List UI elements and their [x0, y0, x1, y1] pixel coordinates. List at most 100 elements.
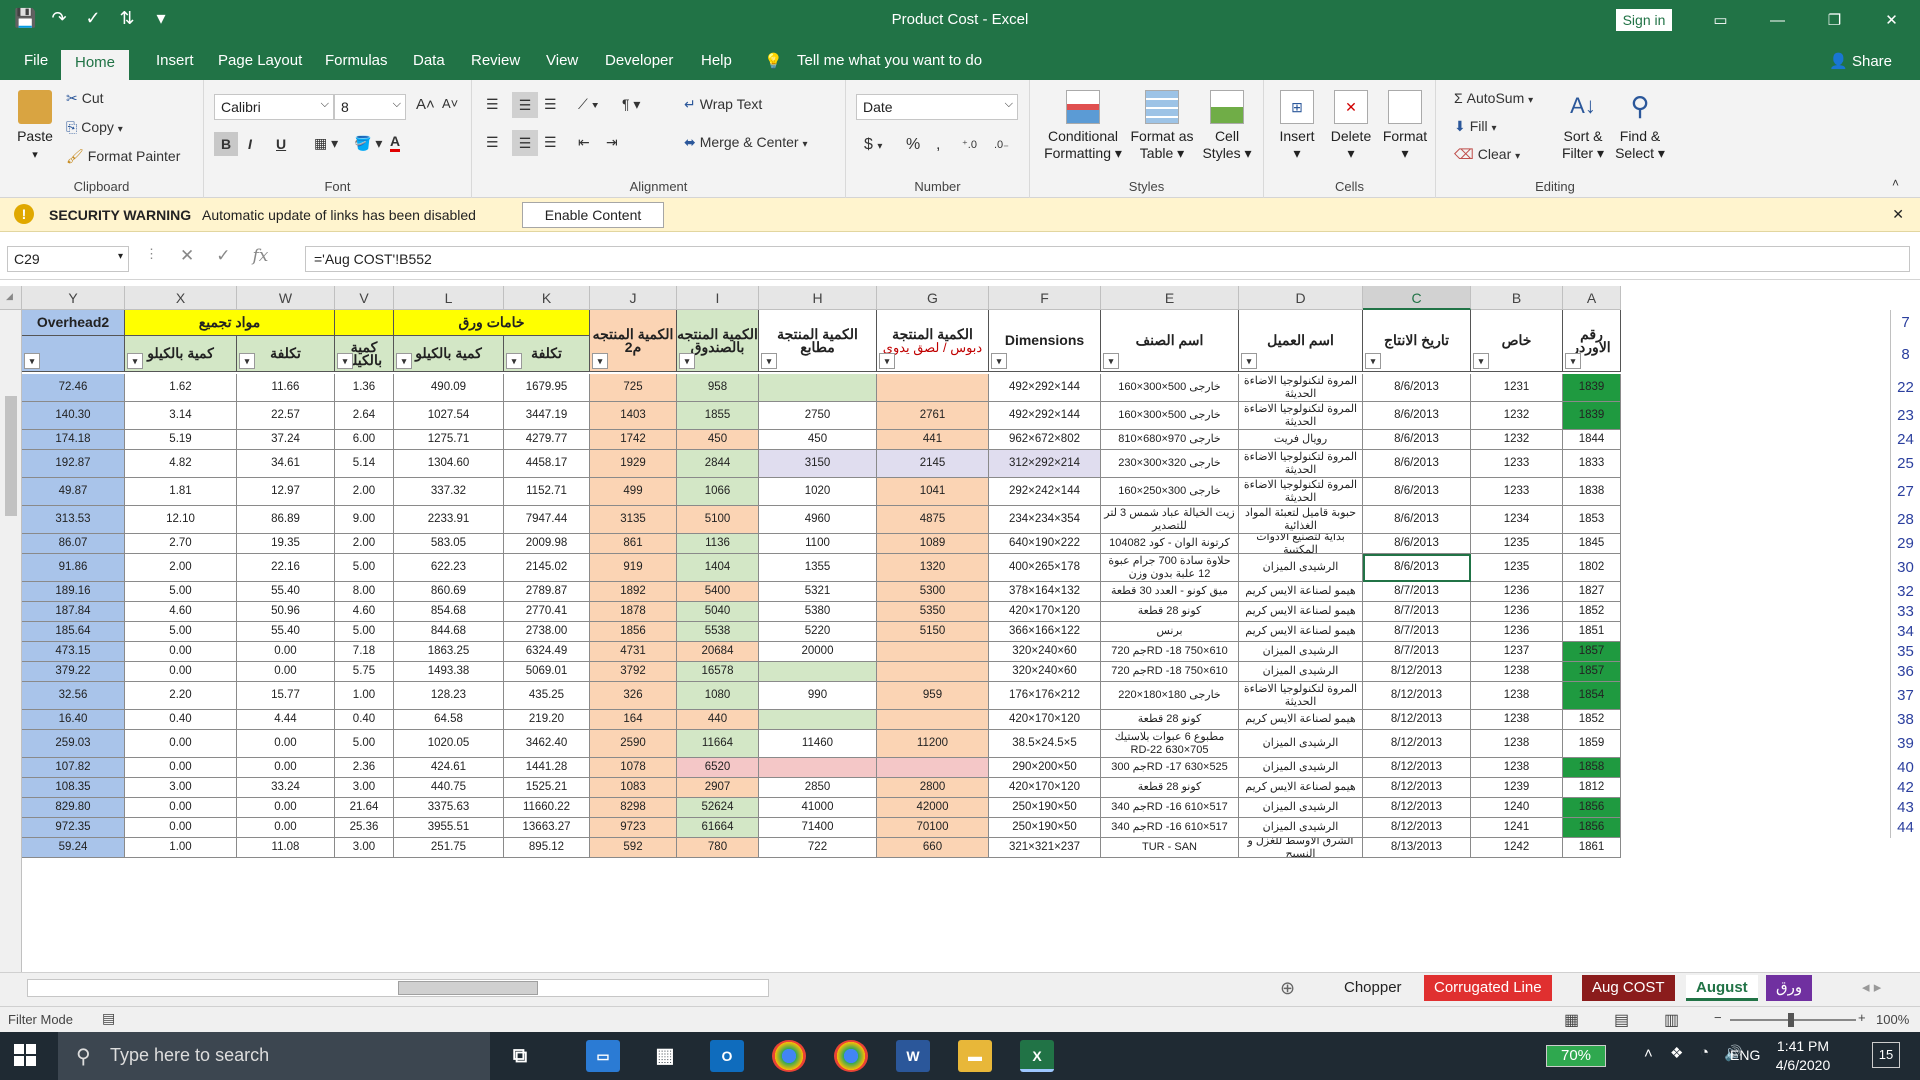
shrink-font-icon[interactable]: A˅: [442, 96, 458, 111]
cell-d[interactable]: الرشيدى الميزان: [1239, 662, 1363, 682]
cell-w[interactable]: 0.00: [237, 642, 335, 662]
cell-v[interactable]: 2.64: [335, 402, 394, 430]
cell-y[interactable]: 473.15: [22, 642, 125, 662]
cell-y[interactable]: 379.22: [22, 662, 125, 682]
cell-b[interactable]: 1238: [1471, 710, 1563, 730]
cell-g[interactable]: 1320: [877, 554, 989, 582]
cell-e[interactable]: RD -16 610×517جم 340: [1101, 818, 1239, 838]
cell-c[interactable]: 8/6/2013: [1363, 430, 1471, 450]
cell-y[interactable]: 187.84: [22, 602, 125, 622]
cell-b[interactable]: 1233: [1471, 478, 1563, 506]
cell-c[interactable]: 8/12/2013: [1363, 682, 1471, 710]
cell-i[interactable]: 958: [677, 374, 759, 402]
cell-g[interactable]: [877, 642, 989, 662]
row-header[interactable]: 8: [1890, 336, 1920, 374]
cell-l[interactable]: 1304.60: [394, 450, 504, 478]
cell-j[interactable]: 326: [590, 682, 677, 710]
collapse-ribbon-icon[interactable]: ˄: [1892, 176, 1899, 190]
cell-v[interactable]: 9.00: [335, 506, 394, 534]
cell-a[interactable]: 1857: [1563, 662, 1621, 682]
cell-b[interactable]: 1233: [1471, 450, 1563, 478]
chevron-up-icon[interactable]: ˄: [1644, 1045, 1653, 1062]
cell-f[interactable]: 420×170×120: [989, 710, 1101, 730]
cell-g[interactable]: [877, 374, 989, 402]
zoom-level[interactable]: 100%: [1876, 1012, 1909, 1027]
clock[interactable]: 1:41 PM 4/6/2020: [1768, 1037, 1838, 1075]
cell-y[interactable]: 59.24: [22, 838, 125, 858]
cell-y[interactable]: 108.35: [22, 778, 125, 798]
align-right-icon[interactable]: ☰: [544, 134, 557, 151]
sheet-tab-paper[interactable]: ورق: [1766, 975, 1813, 1001]
cell-f[interactable]: 234×234×354: [989, 506, 1101, 534]
cell-g[interactable]: 2761: [877, 402, 989, 430]
align-top-icon[interactable]: ☰: [486, 96, 499, 113]
cell-i[interactable]: 52624: [677, 798, 759, 818]
cell-v[interactable]: 3.00: [335, 778, 394, 798]
filter-dropdown-icon[interactable]: ▾: [337, 353, 353, 369]
insert-cells-button[interactable]: ⊞ Insert ▾: [1272, 90, 1322, 162]
font-name-select[interactable]: Calibri ⌵: [214, 94, 334, 120]
cell-l[interactable]: 1863.25: [394, 642, 504, 662]
tab-formulas[interactable]: Formulas: [325, 52, 388, 69]
enter-icon[interactable]: ✓: [216, 246, 230, 266]
cell-a[interactable]: 1854: [1563, 682, 1621, 710]
cell-c[interactable]: 8/12/2013: [1363, 730, 1471, 758]
cell-c[interactable]: 8/6/2013: [1363, 374, 1471, 402]
cell-a[interactable]: 1852: [1563, 602, 1621, 622]
cell-w[interactable]: 0.00: [237, 730, 335, 758]
select-all-corner[interactable]: ◢: [0, 286, 22, 310]
cell-x[interactable]: 1.62: [125, 374, 237, 402]
dropbox-icon[interactable]: ❖: [1670, 1044, 1683, 1062]
row-header[interactable]: 7: [1890, 310, 1920, 336]
cell-j[interactable]: 1742: [590, 430, 677, 450]
cell-l[interactable]: 490.09: [394, 374, 504, 402]
column-header-k[interactable]: K: [504, 286, 590, 310]
cell-y[interactable]: 107.82: [22, 758, 125, 778]
row-header[interactable]: 36: [1890, 662, 1920, 682]
cell-a[interactable]: 1856: [1563, 798, 1621, 818]
cell-k[interactable]: 1525.21: [504, 778, 590, 798]
cell-k[interactable]: 7947.44: [504, 506, 590, 534]
cell-f[interactable]: 378×164×132: [989, 582, 1101, 602]
cell-h[interactable]: [759, 662, 877, 682]
cell-b[interactable]: 1237: [1471, 642, 1563, 662]
tab-data[interactable]: Data: [413, 52, 445, 69]
cell-v[interactable]: 2.36: [335, 758, 394, 778]
row-header[interactable]: 32: [1890, 582, 1920, 602]
cut-button[interactable]: ✂ Cut: [66, 90, 104, 107]
column-header-b[interactable]: B: [1471, 286, 1563, 310]
filter-dropdown-icon[interactable]: ▾: [991, 353, 1007, 369]
cell-j[interactable]: 1403: [590, 402, 677, 430]
cell-v[interactable]: 5.00: [335, 730, 394, 758]
cell-styles-button[interactable]: Cell Styles ▾: [1198, 90, 1256, 162]
cell-k[interactable]: 4279.77: [504, 430, 590, 450]
column-header-x[interactable]: X: [125, 286, 237, 310]
clear-button[interactable]: ⌫ Clear ▾: [1454, 146, 1520, 163]
cell-h[interactable]: 2750: [759, 402, 877, 430]
cell-j[interactable]: 725: [590, 374, 677, 402]
percent-button[interactable]: %: [906, 136, 920, 154]
cell-i[interactable]: 1136: [677, 534, 759, 554]
cell-x[interactable]: 0.40: [125, 710, 237, 730]
cell-d[interactable]: حبوبة قاميل لتعبئة المواد الغذائية: [1239, 506, 1363, 534]
sign-in-button[interactable]: Sign in: [1616, 9, 1672, 31]
cell-x[interactable]: 1.00: [125, 838, 237, 858]
cell-a[interactable]: 1839: [1563, 374, 1621, 402]
cell-g[interactable]: [877, 662, 989, 682]
scroll-left-icon[interactable]: ◂ ▸: [1852, 975, 1891, 1001]
cell-a[interactable]: 1845: [1563, 534, 1621, 554]
cell-a[interactable]: 1838: [1563, 478, 1621, 506]
cell-x[interactable]: 5.00: [125, 622, 237, 642]
font-color-icon[interactable]: A: [390, 133, 401, 152]
cell-x[interactable]: 0.00: [125, 662, 237, 682]
cell-h[interactable]: 20000: [759, 642, 877, 662]
cell-e[interactable]: خارجى 500×300×160: [1101, 374, 1239, 402]
sheet-tab-chopper[interactable]: Chopper: [1334, 975, 1412, 1001]
cell-y[interactable]: 972.35: [22, 818, 125, 838]
decrease-decimal-icon[interactable]: .0₋: [994, 138, 1009, 151]
cell-x[interactable]: 0.00: [125, 642, 237, 662]
cell-g[interactable]: 1041: [877, 478, 989, 506]
cell-v[interactable]: 25.36: [335, 818, 394, 838]
cell-x[interactable]: 0.00: [125, 798, 237, 818]
cell-c[interactable]: 8/12/2013: [1363, 710, 1471, 730]
